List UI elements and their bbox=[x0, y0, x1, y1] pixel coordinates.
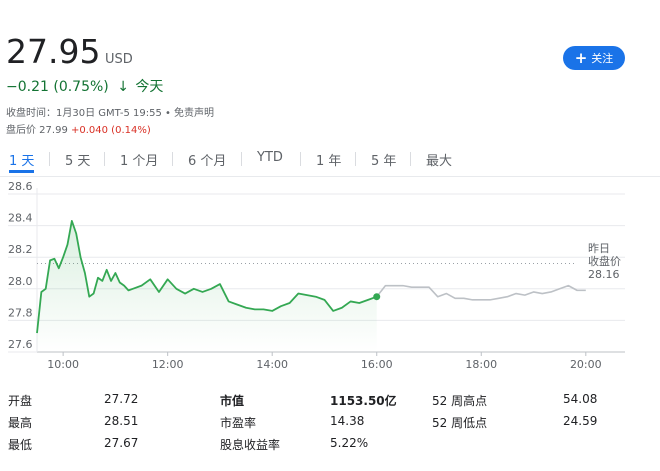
arrow-down-icon: ↓ bbox=[117, 79, 129, 95]
tabs-divider bbox=[0, 176, 660, 177]
price-chart[interactable]: 28.6 28.4 28.2 28.0 27.8 27.6 10:00 12:00 14:00 1… bbox=[0, 180, 660, 380]
tab-5y[interactable]: 5 年 bbox=[371, 150, 396, 173]
stat-label-high: 最高 bbox=[8, 416, 33, 430]
stat-label-open: 开盘 bbox=[8, 394, 33, 408]
stat-label-52w-high: 52 周高点 bbox=[432, 394, 488, 408]
y-tick-label: 27.6 bbox=[8, 338, 33, 351]
tab-1d[interactable]: 1 天 bbox=[9, 150, 35, 173]
close-info: 收盘时间：1月30日 GMT-5 19:55 • 免责声明 bbox=[6, 108, 215, 119]
stat-value-yield: 5.22% bbox=[330, 436, 369, 450]
previous-close-label: 昨日 bbox=[588, 242, 610, 255]
tab-divider bbox=[355, 152, 356, 166]
currency-label: USD bbox=[105, 52, 133, 67]
tab-5d[interactable]: 5 天 bbox=[65, 150, 90, 173]
x-tick-label: 14:00 bbox=[256, 358, 288, 371]
stat-label-mktcap: 市值 bbox=[220, 394, 245, 408]
stat-value-low: 27.67 bbox=[104, 436, 139, 450]
after-hours-price: 盘后价 27.99 bbox=[6, 125, 68, 136]
plus-icon: + bbox=[574, 48, 588, 67]
after-hours-info: 盘后价 27.99 +0.040 (0.14%) bbox=[6, 121, 151, 136]
tab-divider bbox=[241, 152, 242, 166]
stat-value-mktcap: 1153.50亿 bbox=[330, 394, 397, 408]
range-tabs: 1 天 5 天 1 个月 6 个月 YTD 1 年 5 年 最大 bbox=[0, 147, 660, 173]
tab-divider bbox=[104, 152, 105, 166]
stat-label-52w-low: 52 周低点 bbox=[432, 416, 488, 430]
tab-divider bbox=[49, 152, 50, 166]
stock-price: 27.95 bbox=[6, 32, 101, 71]
x-tick-label: 16:00 bbox=[361, 358, 393, 371]
stat-label-low: 最低 bbox=[8, 438, 33, 452]
tab-6m[interactable]: 6 个月 bbox=[188, 150, 226, 173]
price-change: −0.21 (0.75%) ↓ 今天 bbox=[6, 76, 163, 96]
tab-max[interactable]: 最大 bbox=[426, 150, 452, 173]
tab-divider bbox=[410, 152, 411, 166]
y-tick-label: 28.6 bbox=[8, 180, 33, 193]
tab-ytd[interactable]: YTD bbox=[257, 150, 283, 173]
stat-value-open: 27.72 bbox=[104, 392, 139, 406]
change-value: −0.21 (0.75%) bbox=[6, 79, 109, 95]
x-tick-label: 10:00 bbox=[47, 358, 79, 371]
stat-label-pe: 市盈率 bbox=[220, 416, 257, 430]
previous-close-label: 收盘价 bbox=[588, 254, 621, 268]
last-price-dot bbox=[373, 293, 381, 301]
previous-close-label: 28.16 bbox=[588, 268, 620, 281]
tab-1m[interactable]: 1 个月 bbox=[120, 150, 158, 173]
y-tick-label: 28.0 bbox=[8, 275, 33, 288]
after-hours-line bbox=[376, 284, 586, 301]
stat-value-high: 28.51 bbox=[104, 414, 139, 428]
tab-1y[interactable]: 1 年 bbox=[316, 150, 341, 173]
x-tick-label: 20:00 bbox=[570, 358, 602, 371]
y-tick-label: 28.4 bbox=[8, 212, 33, 225]
change-period: 今天 bbox=[135, 79, 164, 95]
y-tick-label: 27.8 bbox=[8, 306, 33, 319]
x-tick-label: 18:00 bbox=[465, 358, 497, 371]
stat-value-52w-high: 54.08 bbox=[563, 392, 598, 406]
follow-button[interactable]: + 关注 bbox=[563, 46, 625, 70]
stat-label-yield: 股息收益率 bbox=[220, 438, 281, 452]
stat-value-pe: 14.38 bbox=[330, 414, 365, 428]
tab-divider bbox=[172, 152, 173, 166]
follow-label: 关注 bbox=[591, 52, 614, 65]
stat-value-52w-low: 24.59 bbox=[563, 414, 598, 428]
after-hours-change: +0.040 (0.14%) bbox=[71, 125, 151, 136]
tab-divider bbox=[300, 152, 301, 166]
x-tick-label: 12:00 bbox=[152, 358, 184, 371]
y-tick-label: 28.2 bbox=[8, 243, 33, 256]
